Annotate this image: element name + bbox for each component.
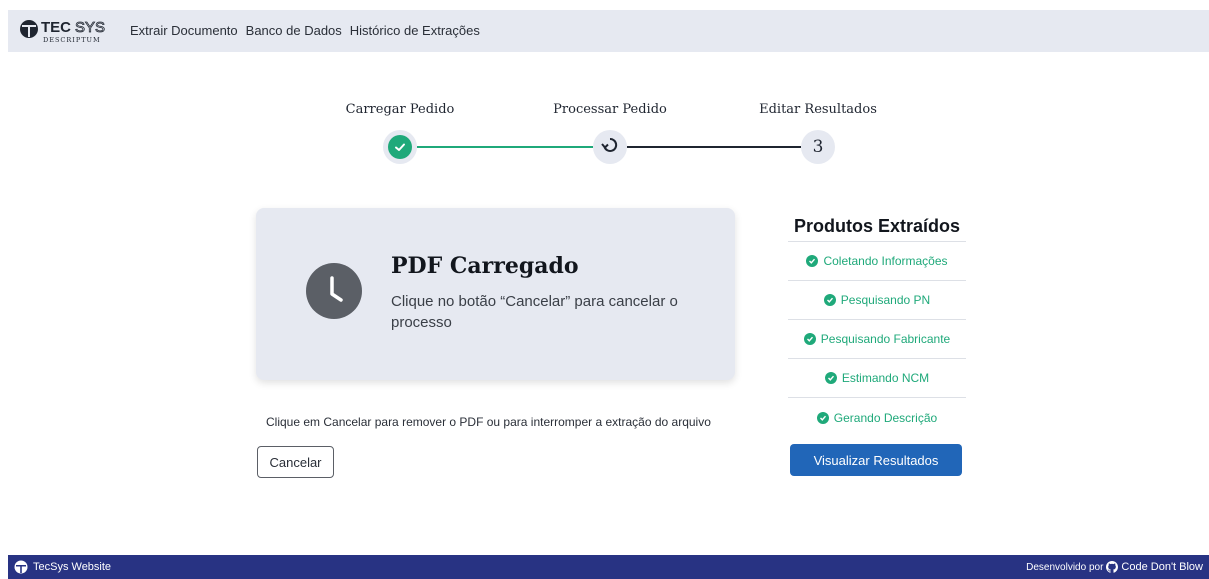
step-connector-pending (627, 146, 801, 148)
tecsys-website-link[interactable]: TecSys Website (14, 560, 111, 574)
status-label: Coletando Informações (823, 254, 948, 268)
status-label: Pesquisando PN (840, 293, 931, 307)
svg-text:DESCRIPTUM: DESCRIPTUM (43, 36, 101, 44)
svg-text:TEC: TEC (41, 19, 71, 36)
nav-banco-de-dados[interactable]: Banco de Dados (246, 23, 342, 38)
check-circle-icon (824, 372, 837, 384)
code-dont-blow-link[interactable]: Code Don't Blow (1121, 561, 1203, 573)
status-item: Pesquisando PN (788, 281, 966, 320)
cancel-instruction: Clique em Cancelar para remover o PDF ou… (266, 415, 711, 429)
status-label: Estimando NCM (841, 371, 930, 385)
check-circle-icon (803, 333, 816, 345)
refresh-icon (601, 136, 619, 159)
check-circle-icon (816, 411, 829, 424)
footer-left-label: TecSys Website (33, 561, 112, 573)
navbar: TEC SYS DESCRIPTUM Extrair Documento Ban… (8, 10, 1209, 52)
nav-links: Extrair Documento Banco de Dados Históri… (130, 23, 480, 38)
status-label: Gerando Descrição (833, 410, 938, 425)
cancel-button[interactable]: Cancelar (257, 446, 334, 478)
github-icon (1106, 561, 1119, 573)
upload-status-card: PDF Carregado Clique no botão “Cancelar”… (256, 208, 735, 380)
nav-historico-extracoes[interactable]: Histórico de Extrações (350, 23, 480, 38)
step-label-processar: Processar Pedido (553, 102, 667, 117)
tecsys-logo[interactable]: TEC SYS DESCRIPTUM (18, 14, 118, 48)
step-circle-done (383, 130, 417, 164)
nav-extrair-documento[interactable]: Extrair Documento (130, 23, 238, 38)
progress-stepper: Carregar Pedido Processar Pedido Editar … (338, 102, 878, 172)
card-description: Clique no botão “Cancelar” para cancelar… (391, 293, 678, 331)
step-connector-done (417, 146, 593, 148)
app-frame: TEC SYS DESCRIPTUM Extrair Documento Ban… (8, 10, 1209, 579)
status-item: Pesquisando Fabricante (788, 320, 966, 359)
footer: TecSys Website Desenvolvido por Code Don… (8, 555, 1209, 579)
step-label-editar: Editar Resultados (759, 102, 877, 117)
status-item: Gerando Descrição (788, 398, 966, 437)
status-item: Estimando NCM (788, 359, 966, 398)
status-list: Coletando Informações Pesquisando PN Pes… (788, 242, 966, 437)
card-title: PDF Carregado (391, 253, 579, 279)
logo-graphic: TEC SYS DESCRIPTUM (20, 19, 105, 44)
svg-text:SYS: SYS (75, 19, 105, 36)
view-results-button[interactable]: Visualizar Resultados (790, 444, 962, 476)
clock-icon (306, 263, 362, 319)
status-item: Coletando Informações (788, 242, 966, 281)
check-circle-icon (388, 135, 412, 159)
step-circle-active (593, 130, 627, 164)
check-circle-icon (823, 294, 836, 306)
extracted-products-panel: Produtos Extraídos Coletando Informações… (788, 210, 966, 437)
step-circle-pending: 3 (801, 130, 835, 164)
check-circle-icon (806, 255, 819, 267)
step-label-carregar: Carregar Pedido (345, 102, 455, 117)
panel-title: Produtos Extraídos (788, 210, 966, 242)
footer-credit-prefix: Desenvolvido por (1026, 561, 1104, 573)
status-label: Pesquisando Fabricante (820, 332, 951, 346)
footer-credits: Desenvolvido por Code Don't Blow (1026, 561, 1203, 573)
tecsys-logo-icon (14, 560, 28, 574)
